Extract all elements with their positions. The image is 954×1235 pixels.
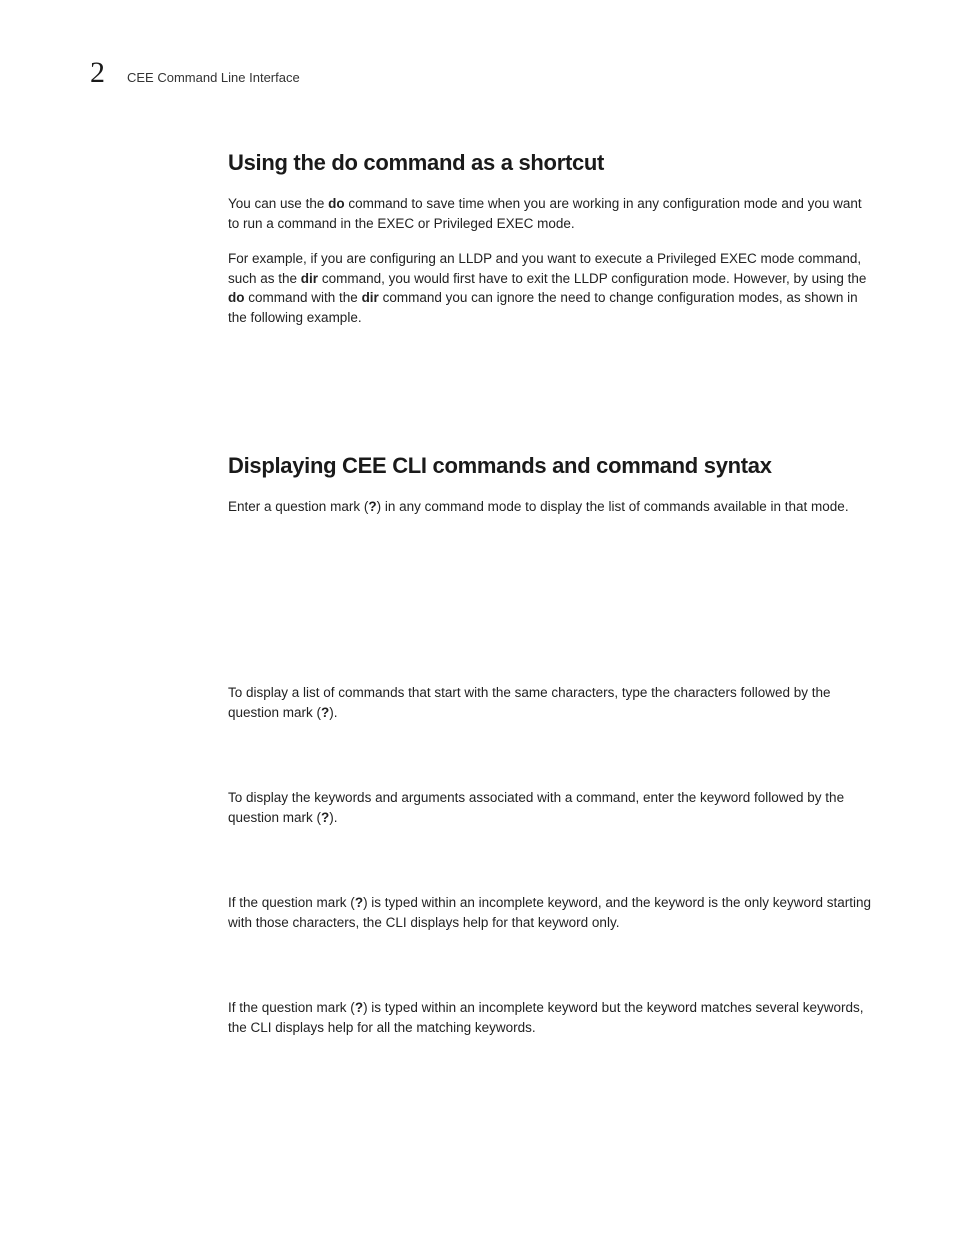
text: Enter a question mark ( <box>228 499 368 514</box>
paragraph: To display the keywords and arguments as… <box>228 788 874 827</box>
text: ) in any command mode to display the lis… <box>377 499 849 514</box>
paragraph: For example, if you are configuring an L… <box>228 249 874 327</box>
text: command, you would first have to exit th… <box>318 271 866 286</box>
chapter-number: 2 <box>90 58 105 88</box>
bold-text: dir <box>362 290 379 305</box>
text: To display a list of commands that start… <box>228 685 831 720</box>
bold-text: ? <box>355 1000 363 1015</box>
bold-text: ? <box>355 895 363 910</box>
text: ). <box>329 810 337 825</box>
spacer <box>228 948 874 998</box>
content-block: Using the do command as a shortcut You c… <box>228 150 874 1037</box>
text: You can use the <box>228 196 328 211</box>
page: 2 CEE Command Line Interface Using the d… <box>0 0 954 1235</box>
text: ). <box>329 705 337 720</box>
text: If the question mark ( <box>228 895 355 910</box>
spacer <box>228 343 874 453</box>
bold-text: do <box>228 290 245 305</box>
bold-text: ? <box>368 499 376 514</box>
paragraph: You can use the do command to save time … <box>228 194 874 233</box>
text: command with the <box>245 290 362 305</box>
text: If the question mark ( <box>228 1000 355 1015</box>
paragraph: Enter a question mark (?) in any command… <box>228 497 874 517</box>
section-heading-displaying-commands: Displaying CEE CLI commands and command … <box>228 453 874 479</box>
bold-text: dir <box>301 271 318 286</box>
running-header: 2 CEE Command Line Interface <box>90 58 874 88</box>
paragraph: If the question mark (?) is typed within… <box>228 998 874 1037</box>
paragraph: To display a list of commands that start… <box>228 683 874 722</box>
section-heading-do-shortcut: Using the do command as a shortcut <box>228 150 874 176</box>
spacer <box>228 843 874 893</box>
chapter-title: CEE Command Line Interface <box>127 70 300 85</box>
paragraph: If the question mark (?) is typed within… <box>228 893 874 932</box>
spacer <box>228 738 874 788</box>
spacer <box>228 533 874 683</box>
bold-text: do <box>328 196 345 211</box>
